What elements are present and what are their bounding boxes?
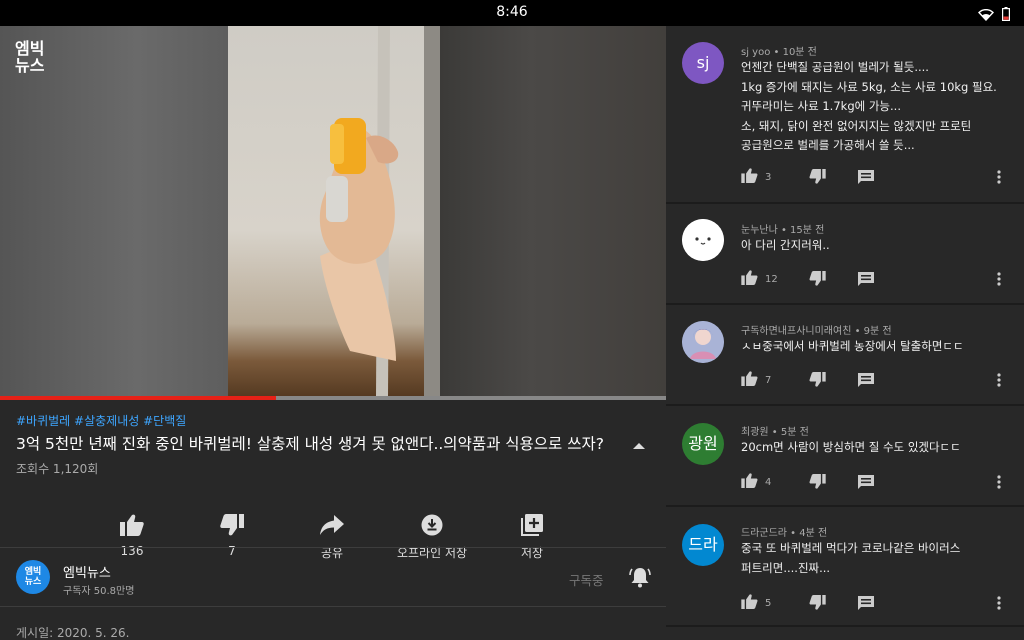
more-options-icon[interactable] <box>997 271 1001 290</box>
reply-icon[interactable] <box>858 271 874 290</box>
more-options-icon[interactable] <box>997 474 1001 493</box>
more-options-icon[interactable] <box>997 169 1001 188</box>
divider <box>0 606 666 607</box>
wifi-icon <box>978 6 994 25</box>
comment-text: ㅅㅂ중국에서 바퀴벌레 농장에서 탈출하면ㄷㄷ <box>741 339 964 353</box>
comments-panel: sj sj yoo • 10분 전 언젠간 단백질 공급원이 벌레가 될듯...… <box>666 26 1024 640</box>
commenter-avatar[interactable]: 광원 <box>682 423 724 465</box>
more-options-icon[interactable] <box>997 595 1001 614</box>
subscribed-button[interactable]: 구독중 <box>569 570 604 589</box>
comment-dislike-icon[interactable] <box>809 474 826 493</box>
comment-like-icon[interactable] <box>741 270 758 289</box>
comment-text: 언젠간 단백질 공급원이 벌레가 될듯.... 1kg 증가에 돼지는 사료 5… <box>741 60 997 152</box>
comment-like-icon[interactable] <box>741 594 758 613</box>
commenter-avatar[interactable] <box>682 321 724 363</box>
comment-actions: 3 <box>741 168 1011 186</box>
status-bar: 8:46 <box>0 0 1024 26</box>
comment-text: 20cm면 사람이 방심하면 질 수도 있겠다ㄷㄷ <box>741 440 961 454</box>
comment-item <box>666 627 1024 640</box>
comment-actions: 4 <box>741 473 1011 491</box>
comment-dislike-icon[interactable] <box>809 169 826 188</box>
comment-like-icon[interactable] <box>741 371 758 390</box>
reply-icon[interactable] <box>858 595 874 614</box>
channel-name[interactable]: 엠빅뉴스 <box>63 562 111 581</box>
comment-dislike-icon[interactable] <box>809 372 826 391</box>
comment-meta: 구독하면내프사니미래여친 • 9분 전 <box>741 326 892 337</box>
comment-like-count: 7 <box>765 375 772 386</box>
comment-like-count: 5 <box>765 598 772 609</box>
smiley-icon <box>682 219 724 261</box>
profile-photo-icon <box>682 321 724 363</box>
comment-like-count: 12 <box>765 274 778 285</box>
comment-item: 눈누난나 • 15분 전 아 다리 간지러워.. 12 <box>666 204 1024 303</box>
comment-like-count: 3 <box>765 172 772 183</box>
reply-icon[interactable] <box>858 372 874 391</box>
video-player[interactable]: 엠빅 뉴스 <box>0 26 666 398</box>
clock: 8:46 <box>496 4 528 20</box>
video-frame <box>228 26 440 398</box>
view-count: 조회수 1,120회 <box>16 462 99 476</box>
download-icon <box>382 512 482 538</box>
comment-like-icon[interactable] <box>741 473 758 492</box>
video-pane: 엠빅 뉴스 #바퀴벌레 #살충제내성 #단백질 3억 5천만 년째 진화 중인 … <box>0 26 666 640</box>
thumbs-up-icon <box>82 512 182 538</box>
video-title[interactable]: 3억 5천만 년째 진화 중인 바퀴벌레! 살충제 내성 생겨 못 없앤다..의… <box>16 432 604 454</box>
battery-low-icon <box>1002 6 1011 25</box>
reply-icon[interactable] <box>858 474 874 493</box>
comment-meta: 눈누난나 • 15분 전 <box>741 225 825 236</box>
playlist-add-icon <box>482 512 582 538</box>
comment-text: 아 다리 간지러워.. <box>741 238 830 252</box>
comment-actions: 12 <box>741 270 1011 288</box>
channel-watermark: 엠빅 뉴스 <box>15 39 45 75</box>
comment-dislike-icon[interactable] <box>809 595 826 614</box>
comment-meta: 최광원 • 5분 전 <box>741 427 809 438</box>
comment-like-count: 4 <box>765 477 772 488</box>
more-options-icon[interactable] <box>997 372 1001 391</box>
commenter-avatar[interactable]: sj <box>682 42 724 84</box>
hashtags[interactable]: #바퀴벌레 #살충제내성 #단백질 <box>16 412 186 429</box>
notification-bell-icon[interactable] <box>629 566 651 592</box>
thumbs-down-icon <box>182 512 282 538</box>
share-icon <box>282 512 382 538</box>
comment-item: 드라 드라군드라 • 4분 전 중국 또 바퀴벌레 먹다가 코로나같은 바이러스… <box>666 507 1024 625</box>
publish-date: 게시일: 2020. 5. 26. <box>16 626 130 640</box>
collapse-icon[interactable] <box>632 436 646 455</box>
comment-actions: 7 <box>741 371 1011 389</box>
comment-text: 중국 또 바퀴벌레 먹다가 코로나같은 바이러스 퍼트리면....진짜... <box>741 541 961 575</box>
commenter-avatar[interactable]: 드라 <box>682 524 724 566</box>
comment-like-icon[interactable] <box>741 168 758 187</box>
channel-row[interactable]: 엠빅 뉴스 엠빅뉴스 구독자 50.8만명 구독중 <box>0 548 666 606</box>
progress-played <box>0 396 277 400</box>
comment-meta: 드라군드라 • 4분 전 <box>741 528 828 539</box>
comment-item: sj sj yoo • 10분 전 언젠간 단백질 공급원이 벌레가 될듯...… <box>666 26 1024 202</box>
comment-item: 광원 최광원 • 5분 전 20cm면 사람이 방심하면 질 수도 있겠다ㄷㄷ … <box>666 406 1024 505</box>
reply-icon[interactable] <box>858 169 874 188</box>
comment-dislike-icon[interactable] <box>809 271 826 290</box>
commenter-avatar[interactable] <box>682 219 724 261</box>
comment-actions: 5 <box>741 594 1011 612</box>
video-progress-bar[interactable] <box>0 396 666 400</box>
comment-item: 구독하면내프사니미래여친 • 9분 전 ㅅㅂ중국에서 바퀴벌레 농장에서 탈출하… <box>666 305 1024 404</box>
subscriber-count: 구독자 50.8만명 <box>63 586 135 597</box>
comment-meta: sj yoo • 10분 전 <box>741 47 817 58</box>
channel-avatar[interactable]: 엠빅 뉴스 <box>16 560 50 594</box>
